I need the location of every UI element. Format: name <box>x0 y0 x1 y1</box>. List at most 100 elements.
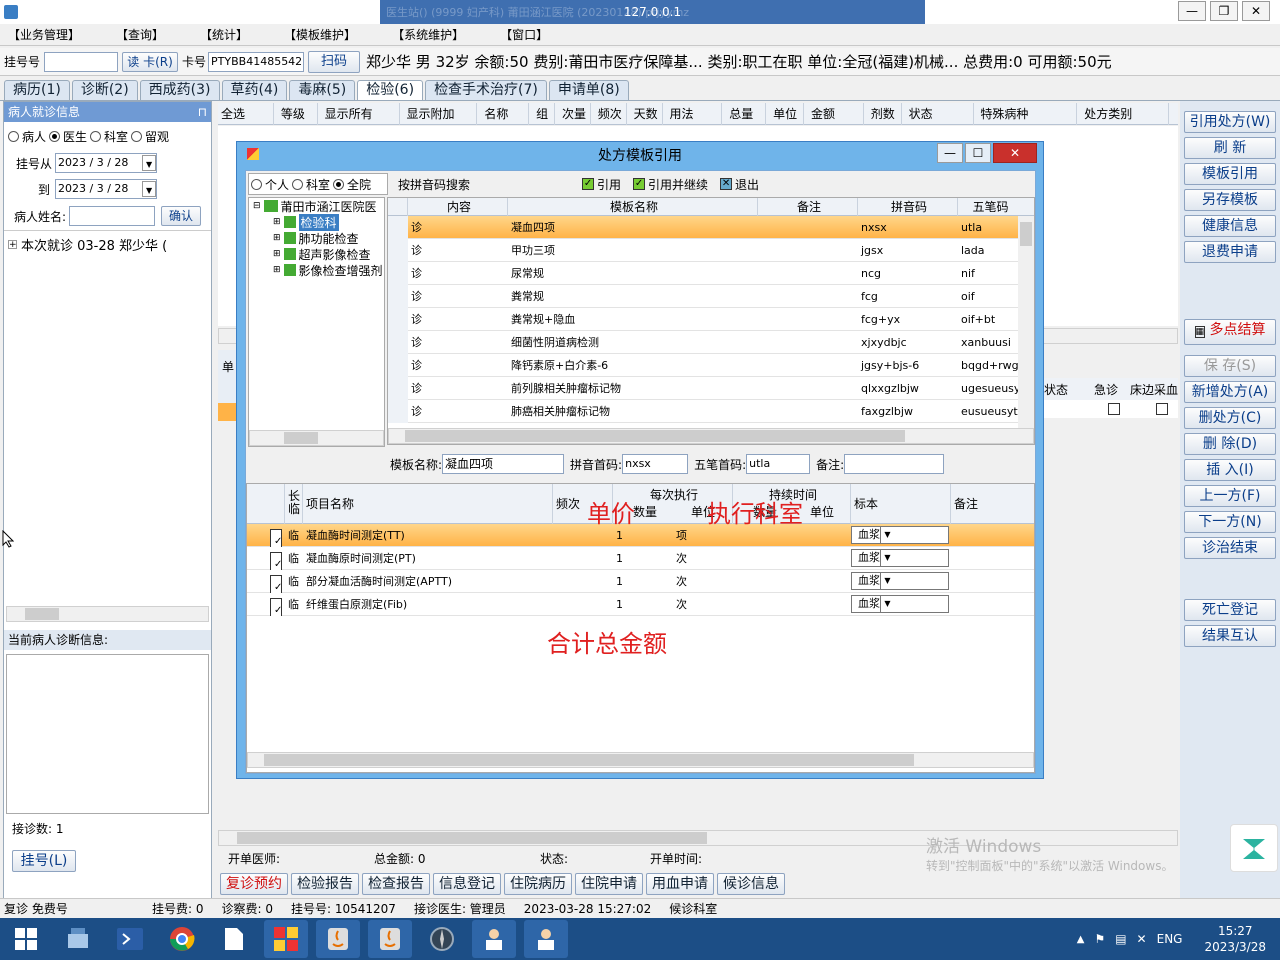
menu-system[interactable]: 【系统维护】 <box>392 26 464 43</box>
list-item[interactable]: + 本次就诊 03-28 郑少华 ( <box>8 235 207 254</box>
tab-herbal[interactable]: 草药(4) <box>221 80 288 100</box>
confirm-button[interactable]: 确认 <box>161 206 202 226</box>
table-row[interactable]: 诊 肺癌相关肿瘤标记物 faxgzlbjw eusueusyt <box>388 399 1034 423</box>
dropdown-arrow-icon[interactable]: ▼ <box>880 595 894 612</box>
admission-request-button[interactable]: 住院申请 <box>575 873 643 895</box>
revisit-appointment-button[interactable]: 复诊预约 <box>220 873 288 895</box>
insert-button[interactable]: 插 入(I) <box>1184 459 1276 481</box>
tab-exam-surgery[interactable]: 检查手术治疗(7) <box>425 80 547 100</box>
template-vscrollbar[interactable] <box>1018 216 1034 428</box>
dialog-close-button[interactable]: ✕ <box>993 143 1037 163</box>
bedside-checkbox[interactable] <box>1156 403 1168 415</box>
java-app-icon[interactable] <box>316 920 360 958</box>
urgent-checkbox[interactable] <box>1108 403 1120 415</box>
table-row[interactable]: ✓ 临部分凝血活酶时间测定(APTT) 1 次 血浆 ▼ <box>247 570 1034 593</box>
patient-name-input[interactable] <box>69 206 156 226</box>
tab-western-med[interactable]: 西成药(3) <box>139 80 220 100</box>
col-show-extra[interactable]: 显示附加 <box>403 103 478 125</box>
restore-button[interactable]: ❐ <box>1210 1 1238 21</box>
language-indicator[interactable]: ENG <box>1157 932 1183 946</box>
prev-prescription-button[interactable]: 上一方(F) <box>1184 485 1276 507</box>
template-hscrollbar[interactable] <box>388 428 1034 444</box>
clock[interactable]: 15:27 2023/3/28 <box>1204 923 1266 955</box>
col-show-all[interactable]: 显示所有 <box>322 103 400 125</box>
delete-prescription-button[interactable]: 删处方(C) <box>1184 407 1276 429</box>
scope-dept[interactable] <box>292 178 304 190</box>
expand-icon[interactable]: + <box>8 240 17 250</box>
tree-node-imaging[interactable]: ⊞ 影像检查增强剂 <box>249 262 384 278</box>
tree-root[interactable]: ⊟ 莆田市涵江医院医 <box>249 198 384 214</box>
death-register-button[interactable]: 死亡登记 <box>1184 599 1276 621</box>
table-row[interactable]: ✓ 临凝血酶时间测定(TT) 1 项血浆 ▼ <box>247 524 1034 547</box>
delete-button[interactable]: 删 除(D) <box>1184 433 1276 455</box>
start-icon[interactable] <box>4 920 48 958</box>
note-input[interactable] <box>844 454 945 474</box>
menu-template[interactable]: 【模板维护】 <box>284 26 356 43</box>
card-number-input[interactable]: PTYBB41485542 <box>208 51 305 72</box>
sample-select[interactable]: 血浆 ▼ <box>851 570 951 593</box>
register-button[interactable]: 挂号(L) <box>12 850 76 872</box>
dialog-maximize-button[interactable]: ☐ <box>965 143 991 163</box>
tray-chevron-icon[interactable]: ▲ <box>1077 934 1085 945</box>
tree-scrollbar[interactable] <box>249 430 384 446</box>
to-date-picker[interactable]: 2023 / 3 / 28 ▼ <box>55 179 158 199</box>
items-hscrollbar[interactable] <box>247 752 1034 768</box>
visit-list-scrollbar[interactable] <box>6 606 209 622</box>
radio-observe[interactable] <box>131 130 143 142</box>
compass-app-icon[interactable] <box>420 920 464 958</box>
table-row[interactable]: 诊 前列腺相关肿瘤标记物 qlxxgzlbjw ugesueusyt <box>388 376 1034 400</box>
row-checkbox[interactable]: ✓ <box>267 570 285 593</box>
tab-request[interactable]: 申请单(8) <box>548 80 629 100</box>
minimize-button[interactable]: — <box>1178 1 1206 21</box>
table-row[interactable]: 诊 凝血四项 nxsx utla <box>388 215 1034 239</box>
network-icon[interactable]: ▤ <box>1115 932 1126 946</box>
from-date-picker[interactable]: 2023 / 3 / 28 ▼ <box>55 153 158 173</box>
read-card-button[interactable]: 读 卡(R) <box>122 51 179 72</box>
tab-diagnosis[interactable]: 诊断(2) <box>71 80 138 100</box>
server-manager-icon[interactable] <box>56 920 100 958</box>
menu-query[interactable]: 【查询】 <box>116 26 164 43</box>
blood-request-button[interactable]: 用血申请 <box>646 873 714 895</box>
result-mutual-button[interactable]: 结果互认 <box>1184 625 1276 647</box>
dropdown-arrow-icon[interactable]: ▼ <box>880 526 894 543</box>
row-checkbox[interactable]: ✓ <box>267 524 285 547</box>
tab-lab[interactable]: 检验(6) <box>357 80 424 100</box>
table-row[interactable]: 诊 粪常规 fcg oif <box>388 284 1034 308</box>
refresh-button[interactable]: 刷 新 <box>1184 137 1276 159</box>
tree-node-lung[interactable]: ⊞ 肺功能检查 <box>249 230 384 246</box>
next-prescription-button[interactable]: 下一方(N) <box>1184 511 1276 533</box>
flag-icon[interactable]: ⚑ <box>1094 932 1105 946</box>
scan-button[interactable]: 扫码 <box>308 50 361 73</box>
health-info-button[interactable]: 健康信息 <box>1184 215 1276 237</box>
cite-prescription-button[interactable]: 引用处方(W) <box>1184 111 1276 133</box>
chrome-icon[interactable] <box>160 920 204 958</box>
radio-dept[interactable] <box>90 130 102 142</box>
dropdown-arrow-icon[interactable]: ▼ <box>142 155 157 171</box>
tab-record[interactable]: 病历(1) <box>4 80 70 100</box>
scope-hospital[interactable] <box>333 178 345 190</box>
menu-business[interactable]: 【业务管理】 <box>8 26 80 43</box>
table-row[interactable]: 诊 粪常规+隐血 fcg+yx oif+bt <box>388 307 1034 331</box>
col-select-all[interactable]: 全选 <box>218 103 274 125</box>
tiles-app-icon[interactable] <box>264 920 308 958</box>
table-row[interactable]: ✓ 临凝血酶原时间测定(PT) 1 次 血浆 ▼ <box>247 547 1034 570</box>
dropdown-arrow-icon[interactable]: ▼ <box>880 572 894 589</box>
file-icon[interactable] <box>212 920 256 958</box>
doctor-app-icon[interactable] <box>472 920 516 958</box>
tab-narcotic[interactable]: 毒麻(5) <box>289 80 356 100</box>
table-row[interactable]: 诊 甲功三项 jgsx lada <box>388 238 1034 262</box>
remote-connection-bar[interactable]: 医生站() (9999 妇产科) 莆田涵江医院 (20230128) ptjyy… <box>380 0 925 24</box>
exam-report-button[interactable]: 检查报告 <box>362 873 430 895</box>
refund-request-button[interactable]: 退费申请 <box>1184 241 1276 263</box>
info-register-button[interactable]: 信息登记 <box>433 873 501 895</box>
save-button[interactable]: 保 存(S) <box>1184 355 1276 377</box>
radio-doctor[interactable] <box>49 130 61 142</box>
close-button[interactable]: ✕ <box>1242 1 1270 21</box>
table-row[interactable]: ✓ 临纤维蛋白原测定(Fib) 1 次 血浆 ▼ <box>247 593 1034 616</box>
new-prescription-button[interactable]: 新增处方(A) <box>1184 381 1276 403</box>
menu-stats[interactable]: 【统计】 <box>200 26 248 43</box>
lab-report-button[interactable]: 检验报告 <box>291 873 359 895</box>
dialog-minimize-button[interactable]: — <box>937 143 963 163</box>
table-row[interactable]: 诊 降钙素原+白介素-6 jgsy+bjs-6 bqgd+rwg-6 <box>388 353 1034 377</box>
cite-continue-button[interactable]: ✓ 引用并继续 <box>633 176 708 193</box>
